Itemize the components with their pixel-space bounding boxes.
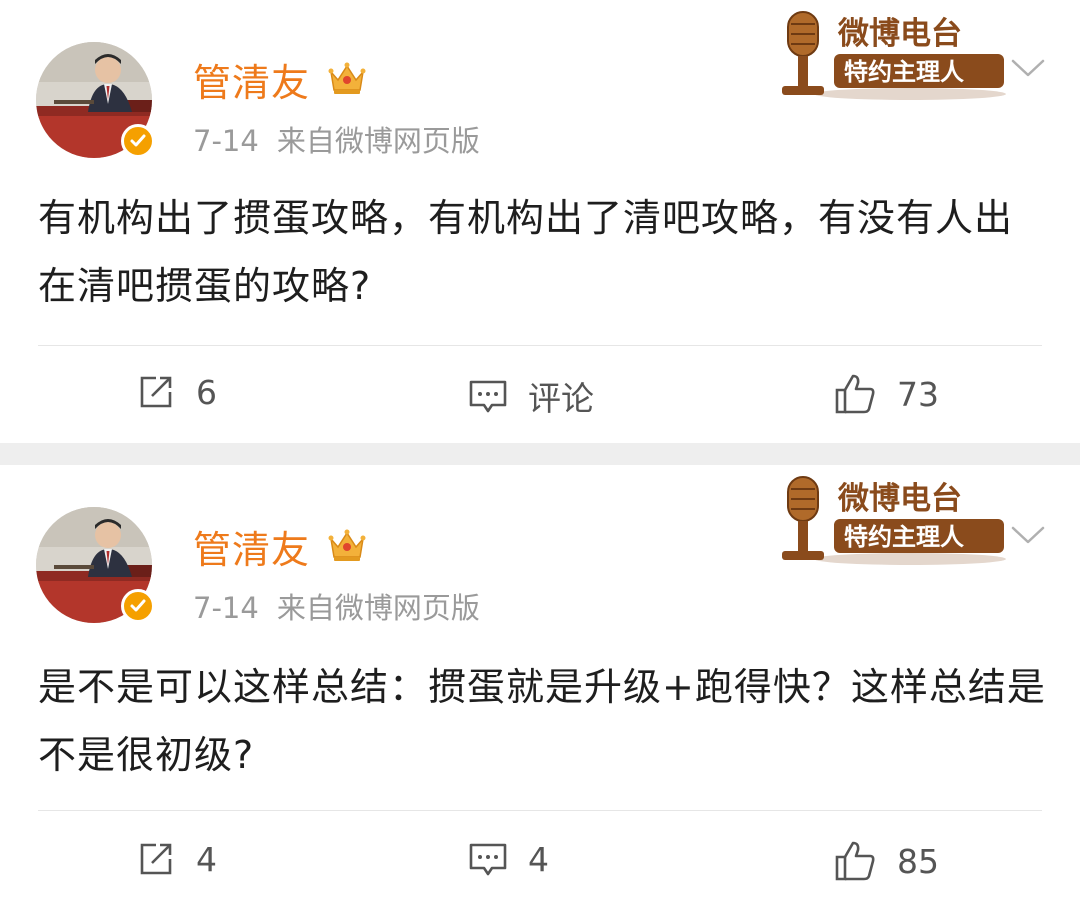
radio-title: 微博电台 xyxy=(837,481,962,517)
like-count: 73 xyxy=(897,374,939,414)
repost-count: 4 xyxy=(196,839,217,879)
comment-button[interactable]: 4 xyxy=(468,839,549,879)
repost-button[interactable]: 6 xyxy=(136,372,217,412)
radio-subtitle: 特约主理人 xyxy=(844,58,964,86)
comment-icon xyxy=(469,843,507,876)
comment-button[interactable]: 评论 xyxy=(468,372,594,420)
chevron-down-icon[interactable] xyxy=(1010,58,1046,78)
like-icon xyxy=(835,374,875,414)
weibo-post: 管清友 7-14 来自微博网页版 微博电台 特约主理人 xyxy=(0,0,1080,443)
microphone-icon xyxy=(782,476,824,560)
post-content: 是不是可以这样总结：掼蛋就是升级+跑得快？这样总结是不是很初级? xyxy=(38,665,1046,777)
repost-icon xyxy=(140,843,172,875)
post-source: 来自微博网页版 xyxy=(276,591,480,625)
post-meta: 7-14 来自微博网页版 xyxy=(193,585,480,627)
username[interactable]: 管清友 xyxy=(193,519,310,574)
chevron-down-icon[interactable] xyxy=(1010,525,1046,545)
post-meta: 7-14 来自微博网页版 xyxy=(193,118,480,160)
like-button[interactable]: 73 xyxy=(833,372,939,416)
comment-count: 4 xyxy=(528,839,549,879)
weibo-post: 管清友 7-14 来自微博网页版 微博电台 特约主理人 xyxy=(0,465,1080,910)
repost-button[interactable]: 4 xyxy=(136,839,217,879)
like-count: 85 xyxy=(897,841,939,881)
verified-icon xyxy=(121,589,155,623)
radio-title: 微博电台 xyxy=(837,16,962,52)
weibo-radio-badge: 微博电台 特约主理人 xyxy=(760,473,1010,569)
post-source: 来自微博网页版 xyxy=(276,124,480,158)
post-separator xyxy=(0,443,1080,465)
post-date: 7-14 xyxy=(193,591,259,625)
post-content: 有机构出了掼蛋攻略，有机构出了清吧攻略，有没有人出在清吧掼蛋的攻略? xyxy=(38,196,1014,308)
comment-label: 评论 xyxy=(528,379,594,418)
comment-icon xyxy=(469,380,507,413)
verified-icon xyxy=(121,124,155,158)
like-button[interactable]: 85 xyxy=(833,839,939,883)
crown-icon xyxy=(327,58,367,98)
radio-subtitle: 特约主理人 xyxy=(844,523,964,551)
divider xyxy=(38,810,1042,811)
like-icon xyxy=(835,841,875,881)
username[interactable]: 管清友 xyxy=(193,52,310,107)
repost-icon xyxy=(140,376,172,408)
repost-count: 6 xyxy=(196,372,217,412)
crown-icon xyxy=(327,525,367,565)
weibo-radio-badge: 微博电台 特约主理人 xyxy=(760,8,1010,104)
post-date: 7-14 xyxy=(193,124,259,158)
divider xyxy=(38,345,1042,346)
microphone-icon xyxy=(782,11,824,95)
